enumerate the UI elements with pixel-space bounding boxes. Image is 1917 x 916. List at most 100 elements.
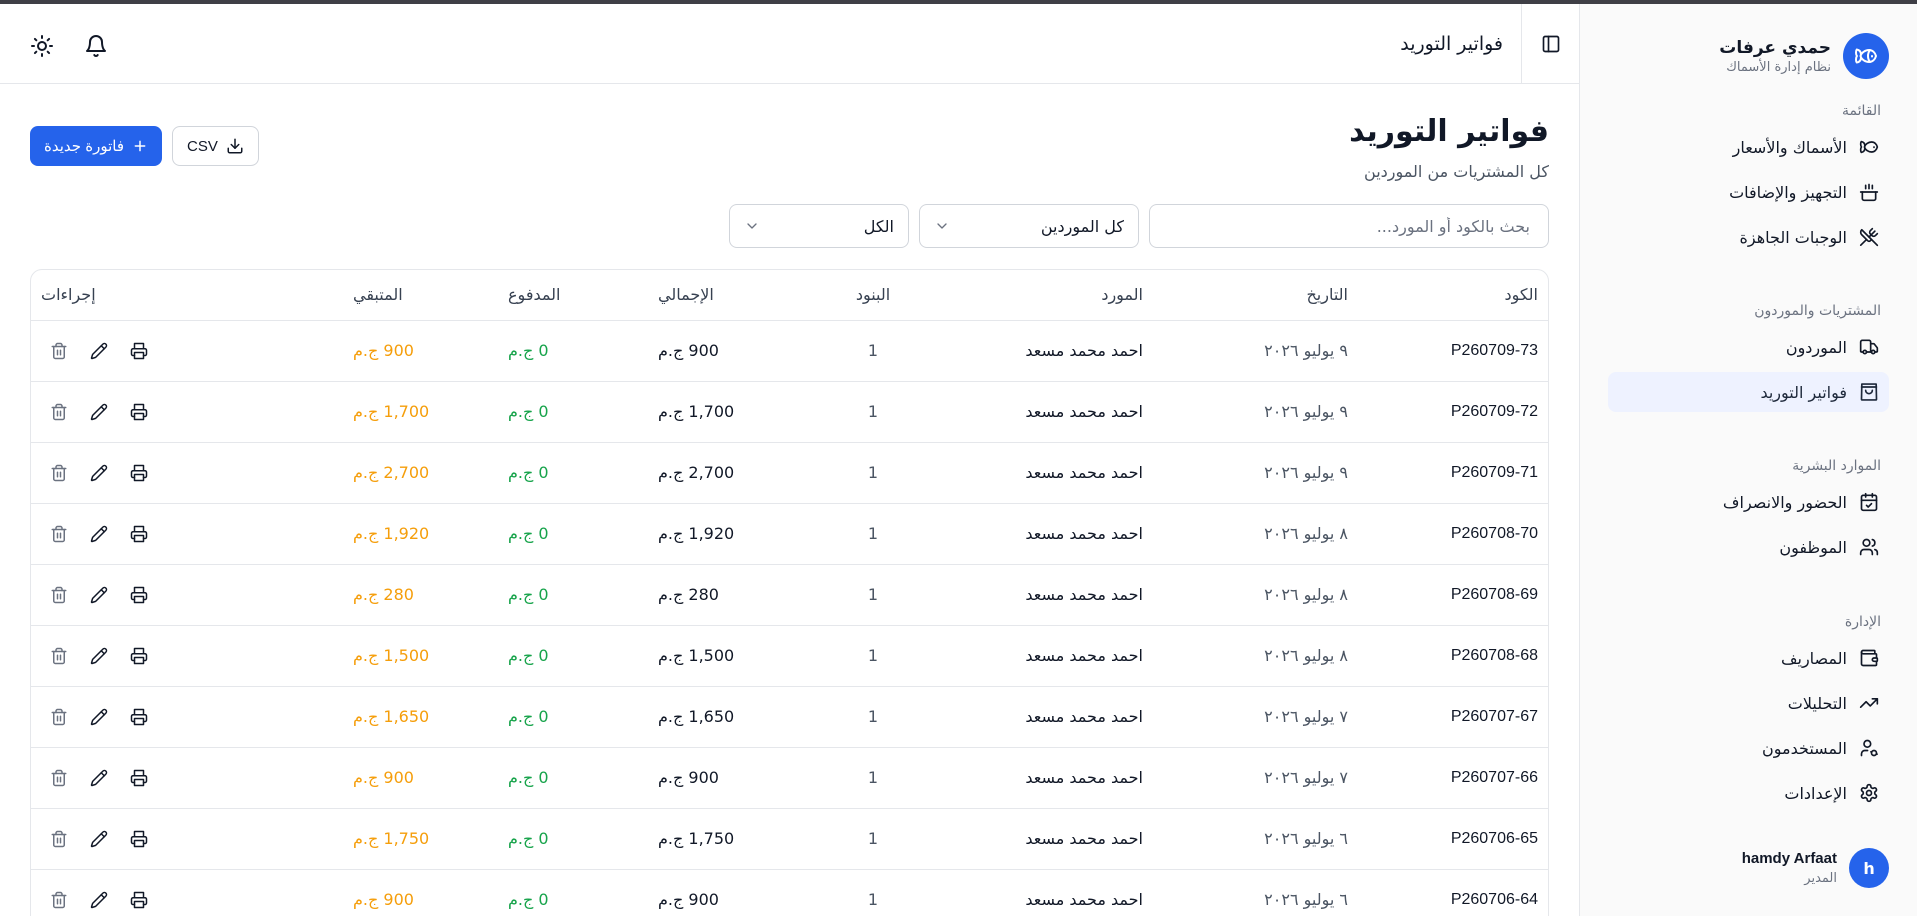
table-row[interactable]: P260707-67 ٧ يوليو ٢٠٢٦ احمد محمد مسعد 1… [31,686,1548,748]
sidebar-item-attendance[interactable]: الحضور والانصراف [1608,482,1889,522]
print-button[interactable] [129,524,149,544]
table-row[interactable]: P260708-69 ٨ يوليو ٢٠٢٦ احمد محمد مسعد 1… [31,564,1548,626]
invoice-items-count: 1 [823,869,923,916]
invoice-remaining: 2,700 ج.م [343,442,498,504]
invoice-supplier: احمد محمد مسعد [923,442,1153,504]
edit-button[interactable] [89,463,109,483]
sidebar-item-label: الإعدادات [1784,783,1847,803]
invoice-date: ٩ يوليو ٢٠٢٦ [1153,381,1358,443]
wallet-icon [1859,648,1879,668]
sidebar-item-users[interactable]: المستخدمون [1608,728,1889,768]
new-invoice-button[interactable]: فاتورة جديدة [30,126,162,166]
print-button[interactable] [129,829,149,849]
table-row[interactable]: P260708-68 ٨ يوليو ٢٠٢٦ احمد محمد مسعد 1… [31,625,1548,687]
sidebar-item-ready-meals[interactable]: الوجبات الجاهزة [1608,217,1889,257]
delete-button[interactable] [49,585,69,605]
edit-button[interactable] [89,341,109,361]
delete-button[interactable] [49,463,69,483]
pencil-icon [90,464,108,481]
table-row[interactable]: P260709-72 ٩ يوليو ٢٠٢٦ احمد محمد مسعد 1… [31,381,1548,443]
chevron-down-icon [934,218,950,234]
theme-toggle-button[interactable] [28,32,56,60]
sidebar-item-suppliers[interactable]: الموردون [1608,327,1889,367]
edit-button[interactable] [89,707,109,727]
invoice-supplier: احمد محمد مسعد [923,686,1153,748]
sidebar-item-settings[interactable]: الإعدادات [1608,773,1889,813]
invoice-remaining: 1,650 ج.م [343,686,498,748]
print-button[interactable] [129,707,149,727]
pencil-icon [90,525,108,542]
edit-button[interactable] [89,646,109,666]
row-actions [31,686,343,748]
invoice-paid: 0 ج.م [498,320,648,382]
invoice-items-count: 1 [823,808,923,870]
print-button[interactable] [129,341,149,361]
table-row[interactable]: P260707-66 ٧ يوليو ٢٠٢٦ احمد محمد مسعد 1… [31,747,1548,809]
supplier-filter-select[interactable]: كل الموردين [919,204,1139,248]
edit-button[interactable] [89,829,109,849]
edit-button[interactable] [89,768,109,788]
print-button[interactable] [129,585,149,605]
print-button[interactable] [129,890,149,910]
print-button[interactable] [129,463,149,483]
pencil-icon [90,586,108,603]
edit-button[interactable] [89,585,109,605]
invoice-remaining: 1,920 ج.م [343,503,498,565]
invoice-total: 1,700 ج.م [648,381,823,443]
fish-icon [1859,137,1879,157]
delete-button[interactable] [49,890,69,910]
utensils-crossed-icon [1859,227,1879,247]
table-row[interactable]: P260709-71 ٩ يوليو ٢٠٢٦ احمد محمد مسعد 1… [31,442,1548,504]
sidebar-item-supply-invoices[interactable]: فواتير التوريد [1608,372,1889,412]
invoice-remaining: 1,700 ج.م [343,381,498,443]
print-button[interactable] [129,402,149,422]
trash-icon [51,769,67,786]
delete-button[interactable] [49,646,69,666]
pencil-icon [90,891,108,908]
edit-button[interactable] [89,524,109,544]
sidebar-item-analytics[interactable]: التحليلات [1608,683,1889,723]
csv-label: CSV [187,137,218,155]
delete-button[interactable] [49,829,69,849]
brand: حمدي عرفات نظام إدارة الأسماك [1600,32,1889,80]
supplier-filter-value: كل الموردين [1040,216,1124,236]
cooking-pot-icon [1859,182,1879,202]
delete-button[interactable] [49,707,69,727]
row-actions [31,747,343,809]
invoices-table: الكود التاريخ المورد البنود الإجمالي الم… [30,269,1549,916]
avatar: h [1849,848,1889,888]
row-actions [31,808,343,870]
notifications-button[interactable] [82,32,110,60]
sidebar-toggle-button[interactable] [1521,4,1579,84]
user-profile[interactable]: h hamdy Arfaat المدير [1608,842,1889,894]
sidebar-item-expenses[interactable]: المصاريف [1608,638,1889,678]
edit-button[interactable] [89,402,109,422]
sun-icon [30,34,54,58]
print-button[interactable] [129,768,149,788]
invoice-supplier: احمد محمد مسعد [923,808,1153,870]
sidebar-item-label: الموردون [1785,337,1847,357]
invoice-total: 1,650 ج.م [648,686,823,748]
delete-button[interactable] [49,341,69,361]
delete-button[interactable] [49,402,69,422]
delete-button[interactable] [49,768,69,788]
delete-button[interactable] [49,524,69,544]
user-cog-icon [1859,738,1879,758]
status-filter-select[interactable]: الكل [729,204,909,248]
table-row[interactable]: P260706-65 ٦ يوليو ٢٠٢٦ احمد محمد مسعد 1… [31,808,1548,870]
sidebar-item-fish-prices[interactable]: الأسماك والأسعار [1608,127,1889,167]
table-row[interactable]: P260709-73 ٩ يوليو ٢٠٢٦ احمد محمد مسعد 1… [31,320,1548,382]
sidebar-item-employees[interactable]: الموظفون [1608,527,1889,567]
table-row[interactable]: P260708-70 ٨ يوليو ٢٠٢٦ احمد محمد مسعد 1… [31,503,1548,565]
invoice-date: ٨ يوليو ٢٠٢٦ [1153,564,1358,626]
edit-button[interactable] [89,890,109,910]
invoice-date: ٧ يوليو ٢٠٢٦ [1153,747,1358,809]
pencil-icon [90,342,108,359]
table-row[interactable]: P260706-64 ٦ يوليو ٢٠٢٦ احمد محمد مسعد 1… [31,869,1548,916]
nav-section-title: الموارد البشرية [1792,458,1881,474]
search-input[interactable] [1149,204,1549,248]
export-csv-button[interactable]: CSV [172,126,259,166]
nav-section-hr: الموارد البشرية الحضور والانصراف الموظفو… [1608,455,1889,567]
print-button[interactable] [129,646,149,666]
sidebar-item-preparation[interactable]: التجهيز والإضافات [1608,172,1889,212]
